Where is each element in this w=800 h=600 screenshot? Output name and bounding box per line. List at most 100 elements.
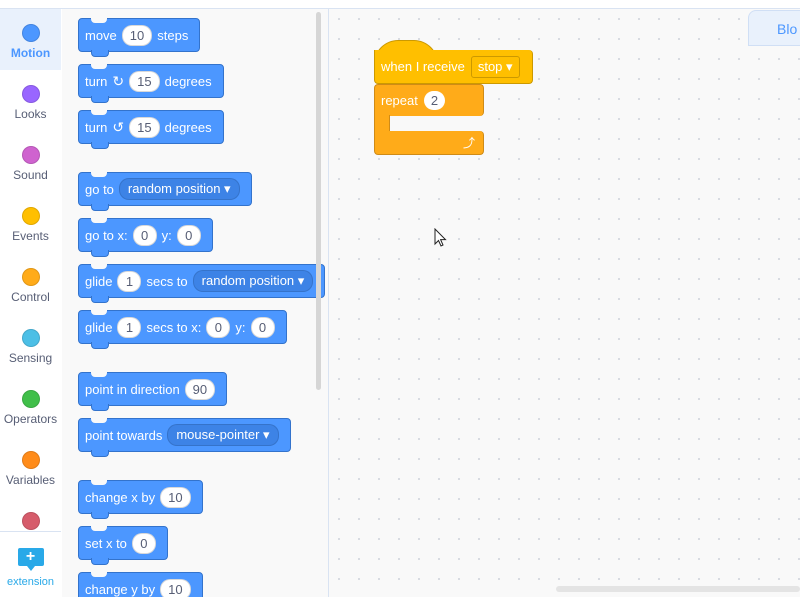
degrees-input[interactable]: 15 — [129, 116, 160, 138]
category-sound[interactable]: Sound — [0, 131, 61, 192]
my-blocks-category-dot-icon — [21, 512, 40, 530]
repeat-mouth — [390, 116, 484, 132]
block-point-direction[interactable]: point in direction 90 — [78, 372, 228, 411]
loop-arrow-icon: ⤴ — [462, 136, 475, 150]
mouse-cursor-icon — [434, 228, 447, 247]
block-go-to[interactable]: go to random position ▾ — [78, 172, 252, 211]
target-dropdown[interactable]: random position ▾ — [192, 270, 314, 292]
block-when-i-receive[interactable]: when I receive stop ▾ — [374, 50, 533, 84]
block-glide-xy[interactable]: glide 1 secs to x: 0 y: 0 — [78, 310, 287, 349]
block-text: secs to — [146, 273, 188, 289]
category-looks[interactable]: Looks — [0, 70, 61, 131]
extension-button[interactable]: + extension — [0, 531, 61, 598]
block-point-towards[interactable]: point towards mouse-pointer ▾ — [78, 418, 291, 457]
category-sensing[interactable]: Sensing — [0, 314, 61, 375]
category-label: Control — [11, 290, 50, 304]
secs-input[interactable]: 1 — [117, 316, 142, 338]
direction-input[interactable]: 90 — [184, 378, 216, 400]
target-dropdown[interactable]: random position ▾ — [118, 178, 240, 200]
category-control[interactable]: Control — [0, 253, 61, 314]
category-label: Events — [12, 229, 49, 243]
block-text: move — [85, 27, 117, 43]
block-change-x[interactable]: change x by 10 — [78, 480, 203, 519]
category-label: Looks — [14, 107, 47, 121]
block-text: point towards — [85, 427, 163, 443]
sound-category-dot-icon — [21, 146, 40, 164]
category-label: Variables — [5, 473, 56, 487]
block-text: change x by — [85, 489, 156, 505]
extension-label: extension — [6, 576, 55, 588]
block-text: degrees — [164, 119, 212, 135]
control-category-dot-icon — [21, 268, 40, 286]
category-bar: Motion Looks Sound Events Control Sensin… — [0, 8, 63, 597]
block-text: go to x: — [85, 227, 128, 243]
category-variables[interactable]: Variables — [0, 436, 61, 497]
message-dropdown[interactable]: stop ▾ — [470, 55, 520, 78]
block-text: degrees — [164, 73, 212, 89]
block-text: y: — [161, 227, 172, 243]
degrees-input[interactable]: 15 — [129, 70, 160, 92]
block-text: turn — [85, 119, 108, 135]
category-events[interactable]: Events — [0, 192, 61, 253]
tab-blocks[interactable]: Blo — [748, 10, 800, 46]
y-input[interactable]: 0 — [250, 316, 275, 338]
block-text: steps — [157, 27, 189, 43]
category-operators[interactable]: Operators — [0, 375, 61, 436]
block-text: glide — [85, 273, 113, 289]
variables-category-dot-icon — [21, 451, 40, 469]
operators-category-dot-icon — [21, 390, 40, 408]
repeat-arm — [374, 115, 390, 132]
category-label: Sound — [13, 168, 48, 182]
y-input[interactable]: 0 — [176, 224, 201, 246]
category-label: Motion — [10, 46, 51, 60]
block-change-y[interactable]: change y by 10 — [78, 572, 203, 597]
y-change-input[interactable]: 10 — [160, 578, 191, 597]
events-category-dot-icon — [21, 207, 40, 225]
block-text: y: — [235, 319, 246, 335]
x-change-input[interactable]: 10 — [160, 486, 191, 508]
secs-input[interactable]: 1 — [117, 270, 142, 292]
repeat-count-input[interactable]: 2 — [423, 91, 446, 110]
block-move-steps[interactable]: move 10 steps — [78, 18, 201, 57]
block-glide-to[interactable]: glide 1 secs to random position ▾ — [78, 264, 326, 303]
add-extension-icon: + — [17, 548, 44, 571]
block-turn-left[interactable]: turn ↺ 15 degrees — [78, 110, 224, 149]
scratch-editor: Motion Looks Sound Events Control Sensin… — [0, 0, 800, 600]
category-motion[interactable]: Motion — [0, 9, 61, 70]
dropdown-value: random position — [201, 273, 295, 288]
sensing-category-dot-icon — [21, 329, 40, 347]
block-text: change y by — [85, 581, 156, 597]
workspace-horizontal-scrollbar[interactable] — [556, 586, 800, 592]
block-text: point in direction — [85, 381, 180, 397]
x-input[interactable]: 0 — [206, 316, 231, 338]
category-my-blocks[interactable] — [0, 497, 61, 530]
palette-scrollbar[interactable] — [316, 12, 321, 390]
block-repeat[interactable]: repeat 2 — [374, 84, 484, 116]
target-dropdown[interactable]: mouse-pointer ▾ — [167, 424, 279, 446]
x-input[interactable]: 0 — [132, 224, 157, 246]
block-go-to-xy[interactable]: go to x: 0 y: 0 — [78, 218, 213, 257]
dropdown-value: random position — [127, 181, 221, 196]
rotate-left-icon: ↺ — [112, 118, 125, 135]
block-text: secs to x: — [146, 319, 202, 335]
looks-category-dot-icon — [21, 85, 40, 103]
block-text: go to — [85, 181, 114, 197]
block-text: glide — [85, 319, 113, 335]
block-text: turn — [85, 73, 108, 89]
dropdown-value: mouse-pointer — [176, 427, 260, 442]
block-text: set x to — [85, 535, 127, 551]
x-set-input[interactable]: 0 — [131, 532, 156, 554]
dropdown-value: stop — [477, 58, 503, 74]
tab-label: Blo — [777, 21, 798, 37]
rotate-right-icon: ↻ — [112, 72, 125, 89]
block-text: repeat — [381, 93, 418, 108]
block-set-x[interactable]: set x to 0 — [78, 526, 168, 565]
block-palette: move 10 steps turn ↻ 15 degrees turn ↺ 1… — [62, 8, 328, 597]
block-turn-right[interactable]: turn ↻ 15 degrees — [78, 64, 224, 103]
repeat-footer: ⤴ — [374, 131, 484, 155]
block-text: when I receive — [381, 59, 465, 74]
steps-input[interactable]: 10 — [121, 24, 153, 46]
category-label: Operators — [3, 412, 58, 426]
category-label: Sensing — [8, 351, 53, 365]
motion-category-dot-icon — [21, 24, 40, 42]
